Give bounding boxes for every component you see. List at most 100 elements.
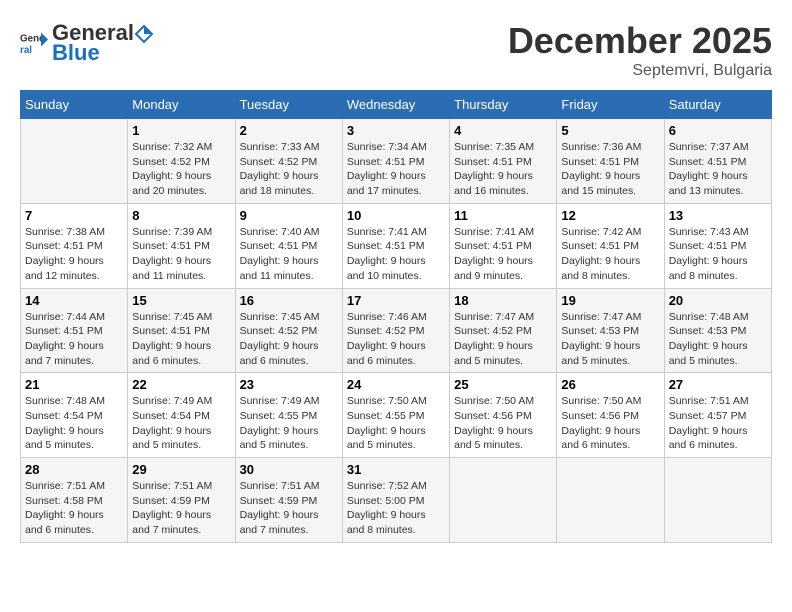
header-day-saturday: Saturday [664, 91, 771, 119]
day-number: 19 [561, 293, 659, 308]
day-info: Sunrise: 7:44 AMSunset: 4:51 PMDaylight:… [25, 310, 123, 369]
calendar-cell: 3 Sunrise: 7:34 AMSunset: 4:51 PMDaylight… [342, 119, 449, 204]
day-info: Sunrise: 7:43 AMSunset: 4:51 PMDaylight:… [669, 225, 767, 284]
calendar-week-row: 1 Sunrise: 7:32 AMSunset: 4:52 PMDaylight… [21, 119, 772, 204]
day-info: Sunrise: 7:49 AMSunset: 4:54 PMDaylight:… [132, 394, 230, 453]
day-number: 29 [132, 462, 230, 477]
day-number: 28 [25, 462, 123, 477]
calendar-cell: 1 Sunrise: 7:32 AMSunset: 4:52 PMDaylight… [128, 119, 235, 204]
day-info: Sunrise: 7:46 AMSunset: 4:52 PMDaylight:… [347, 310, 445, 369]
day-info: Sunrise: 7:47 AMSunset: 4:52 PMDaylight:… [454, 310, 552, 369]
day-number: 1 [132, 123, 230, 138]
calendar-cell: 24 Sunrise: 7:50 AMSunset: 4:55 PMDayligh… [342, 373, 449, 458]
calendar-cell [557, 458, 664, 543]
day-info: Sunrise: 7:34 AMSunset: 4:51 PMDaylight:… [347, 140, 445, 199]
day-number: 17 [347, 293, 445, 308]
day-info: Sunrise: 7:45 AMSunset: 4:51 PMDaylight:… [132, 310, 230, 369]
day-number: 23 [240, 377, 338, 392]
day-number: 4 [454, 123, 552, 138]
header-day-thursday: Thursday [450, 91, 557, 119]
calendar-cell: 14Sunrise: 7:44 AMSunset: 4:51 PMDayligh… [21, 288, 128, 373]
day-info: Sunrise: 7:42 AMSunset: 4:51 PMDaylight:… [561, 225, 659, 284]
header-day-monday: Monday [128, 91, 235, 119]
calendar-cell: 26 Sunrise: 7:50 AMSunset: 4:56 PMDayligh… [557, 373, 664, 458]
day-info: Sunrise: 7:50 AMSunset: 4:56 PMDaylight:… [561, 394, 659, 453]
calendar-cell: 22 Sunrise: 7:49 AMSunset: 4:54 PMDayligh… [128, 373, 235, 458]
calendar-cell: 28 Sunrise: 7:51 AMSunset: 4:58 PMDayligh… [21, 458, 128, 543]
calendar-cell: 19Sunrise: 7:47 AMSunset: 4:53 PMDayligh… [557, 288, 664, 373]
calendar-cell: 16Sunrise: 7:45 AMSunset: 4:52 PMDayligh… [235, 288, 342, 373]
day-number: 24 [347, 377, 445, 392]
calendar-header-row: SundayMondayTuesdayWednesdayThursdayFrid… [21, 91, 772, 119]
day-number: 22 [132, 377, 230, 392]
calendar-cell: 27Sunrise: 7:51 AMSunset: 4:57 PMDayligh… [664, 373, 771, 458]
day-number: 11 [454, 208, 552, 223]
day-info: Sunrise: 7:38 AMSunset: 4:51 PMDaylight:… [25, 225, 123, 284]
day-info: Sunrise: 7:40 AMSunset: 4:51 PMDaylight:… [240, 225, 338, 284]
day-info: Sunrise: 7:41 AMSunset: 4:51 PMDaylight:… [454, 225, 552, 284]
calendar-cell: 15 Sunrise: 7:45 AMSunset: 4:51 PMDayligh… [128, 288, 235, 373]
calendar-cell: 4 Sunrise: 7:35 AMSunset: 4:51 PMDaylight… [450, 119, 557, 204]
day-info: Sunrise: 7:35 AMSunset: 4:51 PMDaylight:… [454, 140, 552, 199]
calendar-table: SundayMondayTuesdayWednesdayThursdayFrid… [20, 90, 772, 543]
logo-icon: Gene ral [20, 29, 48, 57]
calendar-cell [450, 458, 557, 543]
calendar-week-row: 7 Sunrise: 7:38 AMSunset: 4:51 PMDaylight… [21, 203, 772, 288]
calendar-cell: 12 Sunrise: 7:42 AMSunset: 4:51 PMDayligh… [557, 203, 664, 288]
month-title: December 2025 [508, 20, 772, 62]
calendar-week-row: 21 Sunrise: 7:48 AMSunset: 4:54 PMDayligh… [21, 373, 772, 458]
day-info: Sunrise: 7:48 AMSunset: 4:53 PMDaylight:… [669, 310, 767, 369]
day-number: 10 [347, 208, 445, 223]
day-info: Sunrise: 7:48 AMSunset: 4:54 PMDaylight:… [25, 394, 123, 453]
day-info: Sunrise: 7:50 AMSunset: 4:56 PMDaylight:… [454, 394, 552, 453]
day-info: Sunrise: 7:49 AMSunset: 4:55 PMDaylight:… [240, 394, 338, 453]
logo: Gene ral General Blue [20, 20, 156, 66]
calendar-cell: 5Sunrise: 7:36 AMSunset: 4:51 PMDaylight… [557, 119, 664, 204]
day-number: 15 [132, 293, 230, 308]
day-info: Sunrise: 7:41 AMSunset: 4:51 PMDaylight:… [347, 225, 445, 284]
calendar-cell: 18 Sunrise: 7:47 AMSunset: 4:52 PMDayligh… [450, 288, 557, 373]
calendar-cell: 7 Sunrise: 7:38 AMSunset: 4:51 PMDaylight… [21, 203, 128, 288]
title-block: December 2025 Septemvri, Bulgaria [508, 20, 772, 80]
calendar-cell: 17 Sunrise: 7:46 AMSunset: 4:52 PMDayligh… [342, 288, 449, 373]
day-info: Sunrise: 7:45 AMSunset: 4:52 PMDaylight:… [240, 310, 338, 369]
day-info: Sunrise: 7:39 AMSunset: 4:51 PMDaylight:… [132, 225, 230, 284]
day-number: 9 [240, 208, 338, 223]
day-number: 2 [240, 123, 338, 138]
day-info: Sunrise: 7:51 AMSunset: 4:59 PMDaylight:… [240, 479, 338, 538]
calendar-cell: 2 Sunrise: 7:33 AMSunset: 4:52 PMDaylight… [235, 119, 342, 204]
calendar-cell: 21 Sunrise: 7:48 AMSunset: 4:54 PMDayligh… [21, 373, 128, 458]
day-info: Sunrise: 7:50 AMSunset: 4:55 PMDaylight:… [347, 394, 445, 453]
day-info: Sunrise: 7:32 AMSunset: 4:52 PMDaylight:… [132, 140, 230, 199]
day-number: 25 [454, 377, 552, 392]
day-number: 26 [561, 377, 659, 392]
day-info: Sunrise: 7:33 AMSunset: 4:52 PMDaylight:… [240, 140, 338, 199]
calendar-cell: 8 Sunrise: 7:39 AMSunset: 4:51 PMDaylight… [128, 203, 235, 288]
day-number: 5 [561, 123, 659, 138]
day-number: 3 [347, 123, 445, 138]
day-number: 6 [669, 123, 767, 138]
day-number: 18 [454, 293, 552, 308]
header-day-friday: Friday [557, 91, 664, 119]
day-info: Sunrise: 7:51 AMSunset: 4:59 PMDaylight:… [132, 479, 230, 538]
calendar-cell: 6 Sunrise: 7:37 AMSunset: 4:51 PMDaylight… [664, 119, 771, 204]
calendar-cell: 31 Sunrise: 7:52 AMSunset: 5:00 PMDayligh… [342, 458, 449, 543]
calendar-cell: 20Sunrise: 7:48 AMSunset: 4:53 PMDayligh… [664, 288, 771, 373]
day-number: 8 [132, 208, 230, 223]
day-info: Sunrise: 7:37 AMSunset: 4:51 PMDaylight:… [669, 140, 767, 199]
day-info: Sunrise: 7:51 AMSunset: 4:58 PMDaylight:… [25, 479, 123, 538]
header-day-wednesday: Wednesday [342, 91, 449, 119]
calendar-week-row: 14Sunrise: 7:44 AMSunset: 4:51 PMDayligh… [21, 288, 772, 373]
calendar-cell: 10 Sunrise: 7:41 AMSunset: 4:51 PMDayligh… [342, 203, 449, 288]
day-info: Sunrise: 7:51 AMSunset: 4:57 PMDaylight:… [669, 394, 767, 453]
day-number: 31 [347, 462, 445, 477]
day-info: Sunrise: 7:52 AMSunset: 5:00 PMDaylight:… [347, 479, 445, 538]
header-day-tuesday: Tuesday [235, 91, 342, 119]
day-number: 21 [25, 377, 123, 392]
calendar-cell: 23 Sunrise: 7:49 AMSunset: 4:55 PMDayligh… [235, 373, 342, 458]
day-number: 12 [561, 208, 659, 223]
day-number: 7 [25, 208, 123, 223]
calendar-cell: 25 Sunrise: 7:50 AMSunset: 4:56 PMDayligh… [450, 373, 557, 458]
calendar-cell: 13Sunrise: 7:43 AMSunset: 4:51 PMDayligh… [664, 203, 771, 288]
logo-svg-area [134, 20, 156, 46]
